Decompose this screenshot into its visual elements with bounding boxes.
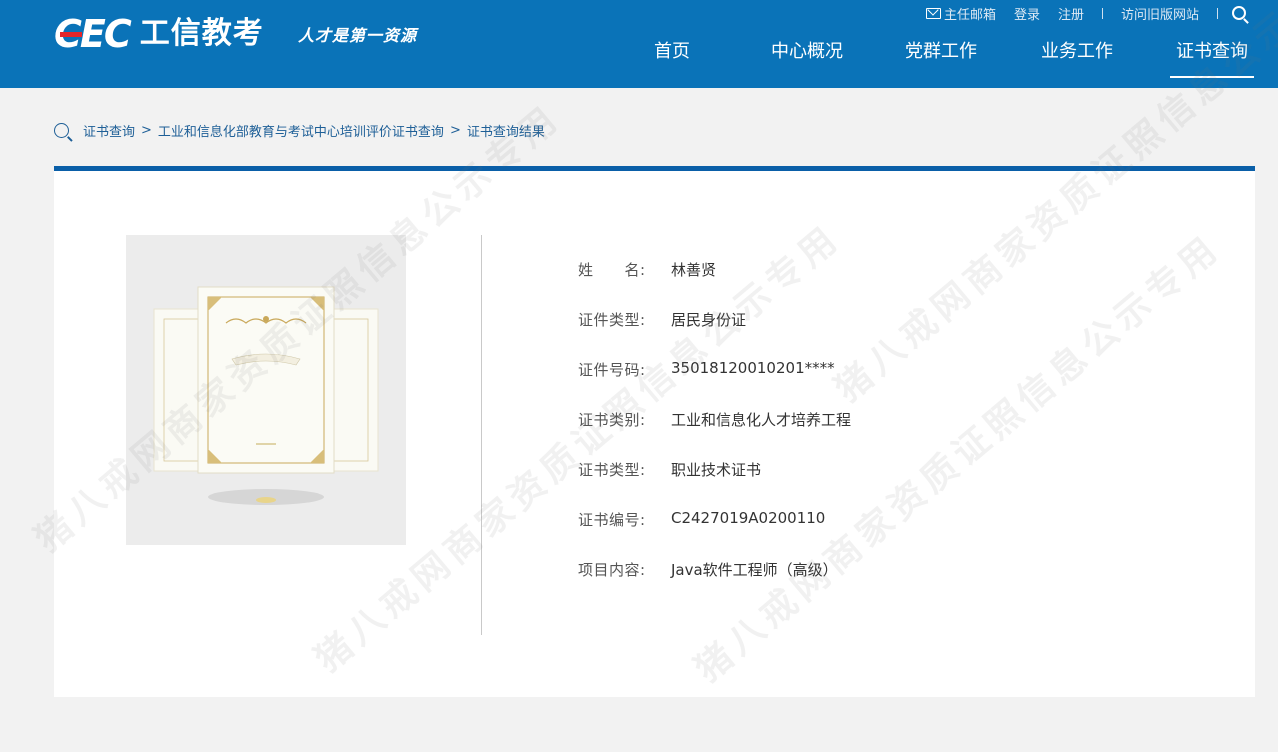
result-panel: 姓 名: 林善贤 证件类型: 居民身份证 证件号码: 3501812001020…	[54, 166, 1255, 697]
nav-item-party[interactable]: 党群工作	[904, 38, 978, 78]
field-label: 项目内容:	[578, 561, 646, 579]
mailbox-link[interactable]: 主任邮箱	[925, 4, 996, 23]
breadcrumb-separator: >	[141, 122, 152, 138]
info-row-id-number: 证件号码: 35018120010201****	[578, 359, 851, 409]
field-value: 工业和信息化人才培养工程	[671, 411, 852, 429]
breadcrumb-item[interactable]: 证书查询结果	[467, 121, 545, 140]
field-value: 林善贤	[671, 261, 717, 279]
search-icon	[54, 122, 69, 138]
divider	[1101, 7, 1103, 19]
field-label: 证书编号:	[578, 511, 646, 529]
site-logo[interactable]: CEC 工信教考	[54, 14, 264, 54]
field-label: 证件号码:	[578, 361, 646, 379]
nav-item-business[interactable]: 业务工作	[1040, 38, 1114, 78]
site-header: CEC 工信教考 人才是第一资源 主任邮箱 登录 注册 访问旧版网站 首页 中心…	[0, 0, 1278, 88]
certificate-illustration	[153, 286, 379, 505]
register-link[interactable]: 注册	[1058, 4, 1084, 23]
field-value: C2427019A0200110	[671, 509, 826, 527]
mail-icon	[925, 7, 941, 19]
field-label: 姓 名:	[578, 261, 646, 279]
field-value: 职业技术证书	[671, 461, 762, 479]
logo-cec-mark: CEC	[54, 12, 132, 56]
logo-name: 工信教考	[139, 16, 264, 51]
breadcrumb: 证书查询 > 工业和信息化部教育与考试中心培训评价证书查询 > 证书查询结果	[54, 120, 545, 140]
field-label: 证书类型:	[578, 461, 646, 479]
top-links: 主任邮箱 登录 注册 访问旧版网站	[908, 4, 1246, 23]
info-row-cert-number: 证书编号: C2427019A0200110	[578, 509, 851, 559]
field-label: 证件类型:	[578, 311, 646, 329]
info-row-cert-type: 证书类型: 职业技术证书	[578, 459, 851, 509]
field-value: Java软件工程师（高级）	[671, 561, 838, 579]
field-label: 证书类别:	[578, 411, 646, 429]
divider	[1217, 7, 1218, 19]
info-row-cert-category: 证书类别: 工业和信息化人才培养工程	[578, 409, 851, 459]
nav-item-cert-query[interactable]: 证书查询	[1170, 38, 1254, 78]
certificate-image	[126, 235, 406, 545]
field-value: 35018120010201****	[671, 359, 835, 377]
nav-item-about[interactable]: 中心概况	[770, 38, 844, 78]
nav-item-home[interactable]: 首页	[652, 38, 692, 78]
logo-red-bar	[60, 32, 82, 37]
info-row-name: 姓 名: 林善贤	[578, 259, 851, 309]
breadcrumb-item[interactable]: 工业和信息化部教育与考试中心培训评价证书查询	[158, 121, 444, 140]
breadcrumb-separator: >	[449, 122, 461, 138]
vertical-divider	[481, 235, 482, 635]
info-row-id-type: 证件类型: 居民身份证	[578, 309, 851, 359]
search-icon[interactable]	[1232, 6, 1246, 20]
login-link[interactable]: 登录	[1014, 4, 1040, 23]
slogan: 人才是第一资源	[298, 26, 418, 45]
breadcrumb-item[interactable]: 证书查询	[83, 121, 135, 140]
info-row-project: 项目内容: Java软件工程师（高级）	[578, 559, 851, 609]
certificate-info: 姓 名: 林善贤 证件类型: 居民身份证 证件号码: 3501812001020…	[578, 259, 851, 609]
field-value: 居民身份证	[671, 311, 747, 329]
old-site-link[interactable]: 访问旧版网站	[1121, 4, 1199, 23]
